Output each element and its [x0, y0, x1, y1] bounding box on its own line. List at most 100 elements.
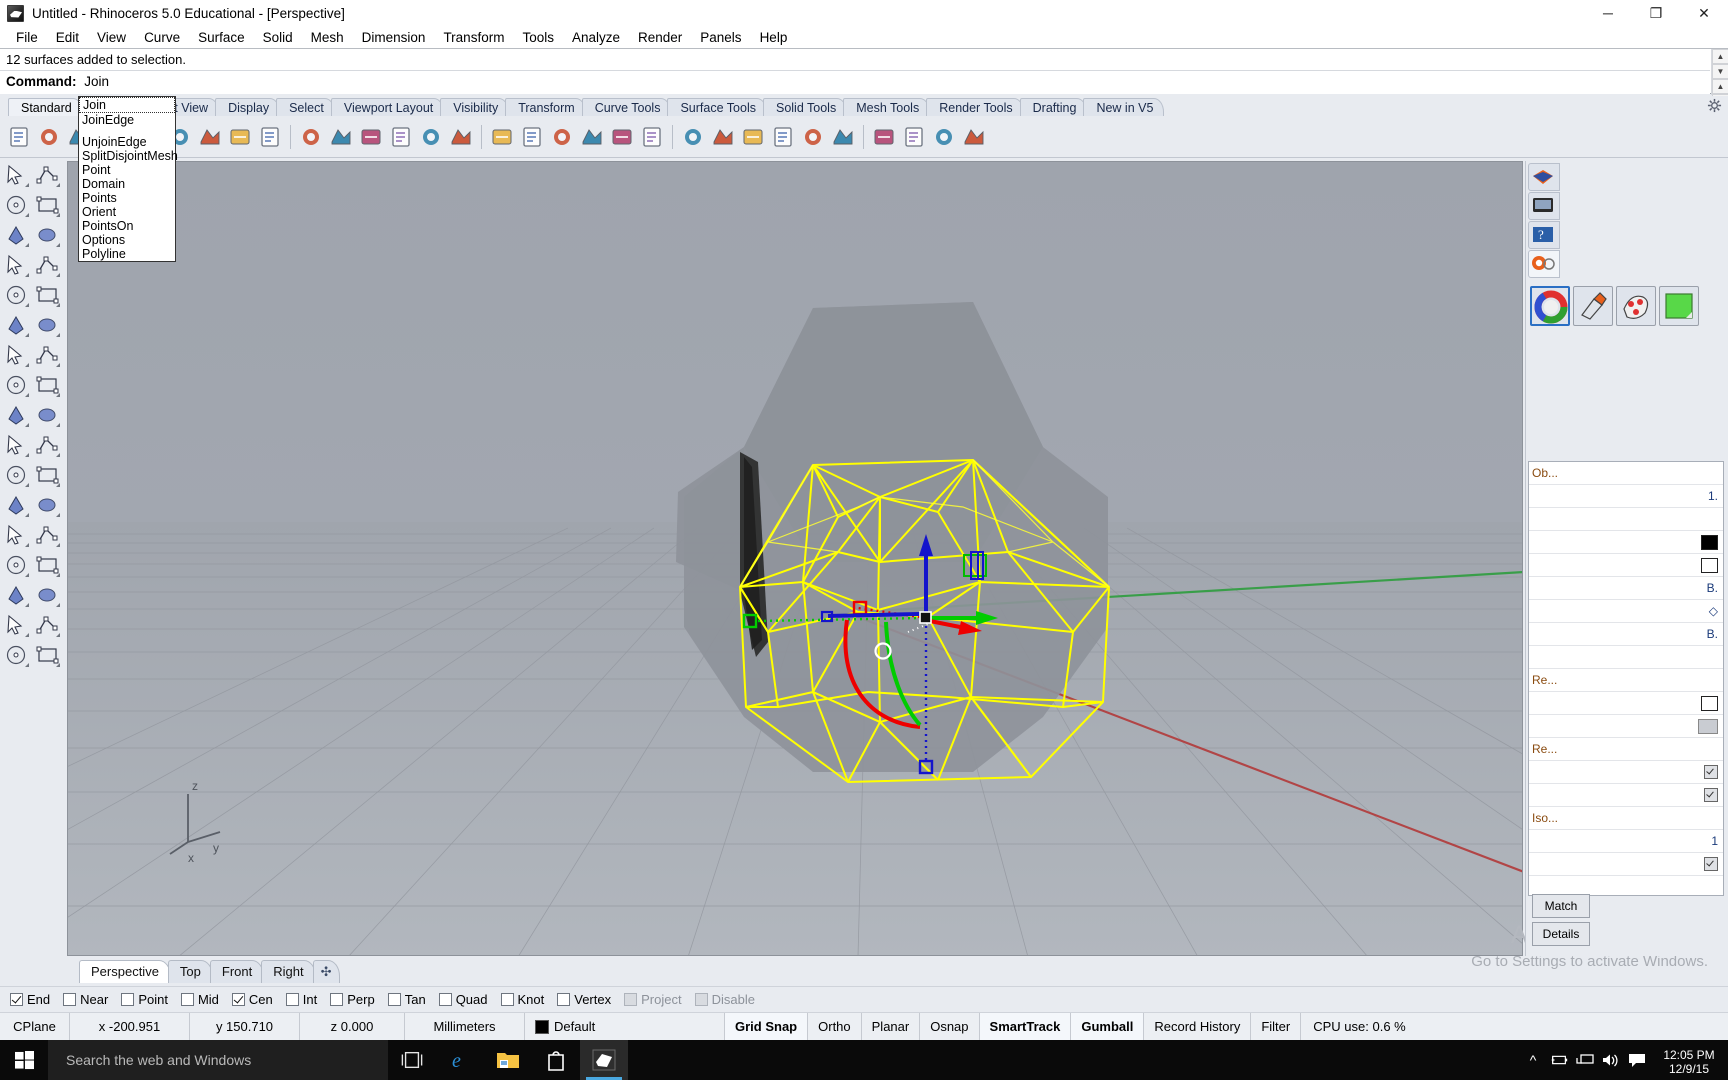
status-toggle-gumball[interactable]: Gumball: [1071, 1012, 1145, 1041]
menu-transform[interactable]: Transform: [434, 28, 513, 47]
menu-dimension[interactable]: Dimension: [353, 28, 435, 47]
property-row[interactable]: [1529, 554, 1723, 577]
osnap-checkbox[interactable]: [624, 993, 638, 1006]
checkbox-on[interactable]: [1704, 857, 1718, 871]
close-button[interactable]: ✕: [1680, 0, 1728, 26]
property-row[interactable]: 1: [1529, 830, 1723, 853]
cylinder-icon[interactable]: [3, 372, 30, 398]
toolbar-tab-select[interactable]: Select: [276, 98, 335, 116]
menu-edit[interactable]: Edit: [47, 28, 88, 47]
viewport-tab-perspective[interactable]: Perspective: [79, 960, 171, 983]
autocomplete-item-polyline[interactable]: Polyline: [79, 247, 175, 261]
ellipse-icon[interactable]: [34, 222, 61, 248]
osnap-checkbox[interactable]: [387, 993, 401, 1006]
help-icon[interactable]: [961, 124, 987, 150]
layers-panel-icon[interactable]: [1528, 163, 1560, 191]
button-match[interactable]: Match: [1532, 894, 1590, 918]
search-input[interactable]: Search the web and Windows: [48, 1040, 388, 1080]
osnap-checkbox[interactable]: [63, 993, 77, 1006]
toolbar-tab-visibility[interactable]: Visibility: [440, 98, 510, 116]
menu-help[interactable]: Help: [751, 28, 797, 47]
checkbox-on[interactable]: [1704, 788, 1718, 802]
edge-icon[interactable]: e: [436, 1040, 484, 1080]
network-icon[interactable]: [1572, 1040, 1598, 1080]
block-icon[interactable]: [34, 582, 61, 608]
toolbar-tab-display[interactable]: Display: [215, 98, 281, 116]
toolbar-tab-surface-tools[interactable]: Surface Tools: [667, 98, 767, 116]
command-scrollbar[interactable]: ▲ ▼ ▲ ▼: [1711, 49, 1728, 109]
menu-render[interactable]: Render: [629, 28, 691, 47]
osnap-knot[interactable]: Knot: [500, 992, 544, 1007]
properties-grid[interactable]: Ob... 1. B. ◇ B. Re... Re... Iso... 1: [1528, 461, 1724, 896]
command-autocomplete-dropdown[interactable]: Join JoinEdge UnjoinEdge SplitDisjointMesh P…: [78, 96, 178, 262]
surface-from-points-icon[interactable]: [3, 312, 30, 338]
property-value[interactable]: [1567, 534, 1723, 550]
autocomplete-item-unjoinedge[interactable]: UnjoinEdge: [79, 135, 175, 149]
menu-analyze[interactable]: Analyze: [563, 28, 629, 47]
toolbar-tab-curve-tools[interactable]: Curve Tools: [581, 98, 672, 116]
rectangle-icon[interactable]: [34, 252, 61, 278]
raytrace-icon[interactable]: [800, 124, 826, 150]
maximize-button[interactable]: ❐: [1632, 0, 1680, 26]
autocomplete-item-splitdisjointmesh[interactable]: SplitDisjointMesh: [79, 149, 178, 163]
property-row[interactable]: Re...: [1529, 738, 1723, 761]
menu-file[interactable]: File: [7, 28, 47, 47]
menu-panels[interactable]: Panels: [691, 28, 750, 47]
osnap-end[interactable]: End: [10, 992, 50, 1007]
zoom-selected-icon[interactable]: [388, 124, 414, 150]
material-paint-icon[interactable]: [1573, 286, 1613, 326]
text-icon[interactable]: [3, 522, 30, 548]
property-value[interactable]: 1.: [1567, 489, 1723, 503]
osnap-disable[interactable]: Disable: [694, 992, 755, 1007]
property-row[interactable]: Ob...: [1529, 462, 1723, 485]
osnap-perp[interactable]: Perp: [330, 992, 375, 1007]
help-panel-icon[interactable]: ?: [1528, 221, 1560, 249]
menu-solid[interactable]: Solid: [254, 28, 302, 47]
shaded-view-icon[interactable]: [489, 124, 515, 150]
autocomplete-item-pointson[interactable]: PointsOn: [79, 219, 175, 233]
perspective-viewport[interactable]: z x y: [67, 161, 1523, 956]
property-row[interactable]: [1529, 784, 1723, 807]
status-toggle-planar[interactable]: Planar: [862, 1012, 921, 1041]
dimension-icon[interactable]: [34, 522, 61, 548]
toolbar-tab-solid-tools[interactable]: Solid Tools: [762, 98, 848, 116]
status-layer[interactable]: Default: [525, 1012, 725, 1041]
osnap-int[interactable]: Int: [285, 992, 317, 1007]
flow-icon[interactable]: [3, 612, 30, 638]
curve-glyph[interactable]: [1698, 718, 1718, 734]
osnap-point[interactable]: Point: [121, 992, 168, 1007]
render-preview-icon[interactable]: [740, 124, 766, 150]
box-icon[interactable]: [3, 342, 30, 368]
status-toggle-filter[interactable]: Filter: [1251, 1012, 1302, 1041]
osnap-checkbox[interactable]: [180, 993, 194, 1006]
command-input-value[interactable]: Join: [84, 74, 109, 89]
open-file-icon[interactable]: [36, 124, 62, 150]
property-row[interactable]: Iso...: [1529, 807, 1723, 830]
property-value[interactable]: [1567, 765, 1723, 779]
property-row[interactable]: B.: [1529, 577, 1723, 600]
property-row[interactable]: [1529, 715, 1723, 738]
autocomplete-item-points[interactable]: Points: [79, 191, 175, 205]
minimize-button[interactable]: ─: [1584, 0, 1632, 26]
material-surface-icon[interactable]: [1659, 286, 1699, 326]
property-value[interactable]: [1567, 718, 1723, 734]
shaded-sphere-icon[interactable]: [770, 124, 796, 150]
status-toggle-smarttrack[interactable]: SmartTrack: [979, 1012, 1072, 1041]
check-icon[interactable]: [34, 612, 61, 638]
display-panel-icon[interactable]: [1528, 192, 1560, 220]
analyze-icon[interactable]: [871, 124, 897, 150]
toolbar-tab-new-in-v5[interactable]: New in V5: [1083, 98, 1165, 116]
render-mesh-icon[interactable]: [3, 642, 30, 668]
task-view-icon[interactable]: [388, 1040, 436, 1080]
settings-icon[interactable]: [901, 124, 927, 150]
property-value[interactable]: [1567, 857, 1723, 871]
menu-surface[interactable]: Surface: [189, 28, 254, 47]
menu-curve[interactable]: Curve: [135, 28, 189, 47]
file-explorer-icon[interactable]: [484, 1040, 532, 1080]
grid-icon[interactable]: [3, 582, 30, 608]
blend-curve-icon[interactable]: [34, 492, 61, 518]
split-icon[interactable]: [34, 432, 61, 458]
osnap-checkbox[interactable]: [694, 993, 708, 1006]
property-row[interactable]: [1529, 692, 1723, 715]
array-icon[interactable]: [3, 552, 30, 578]
